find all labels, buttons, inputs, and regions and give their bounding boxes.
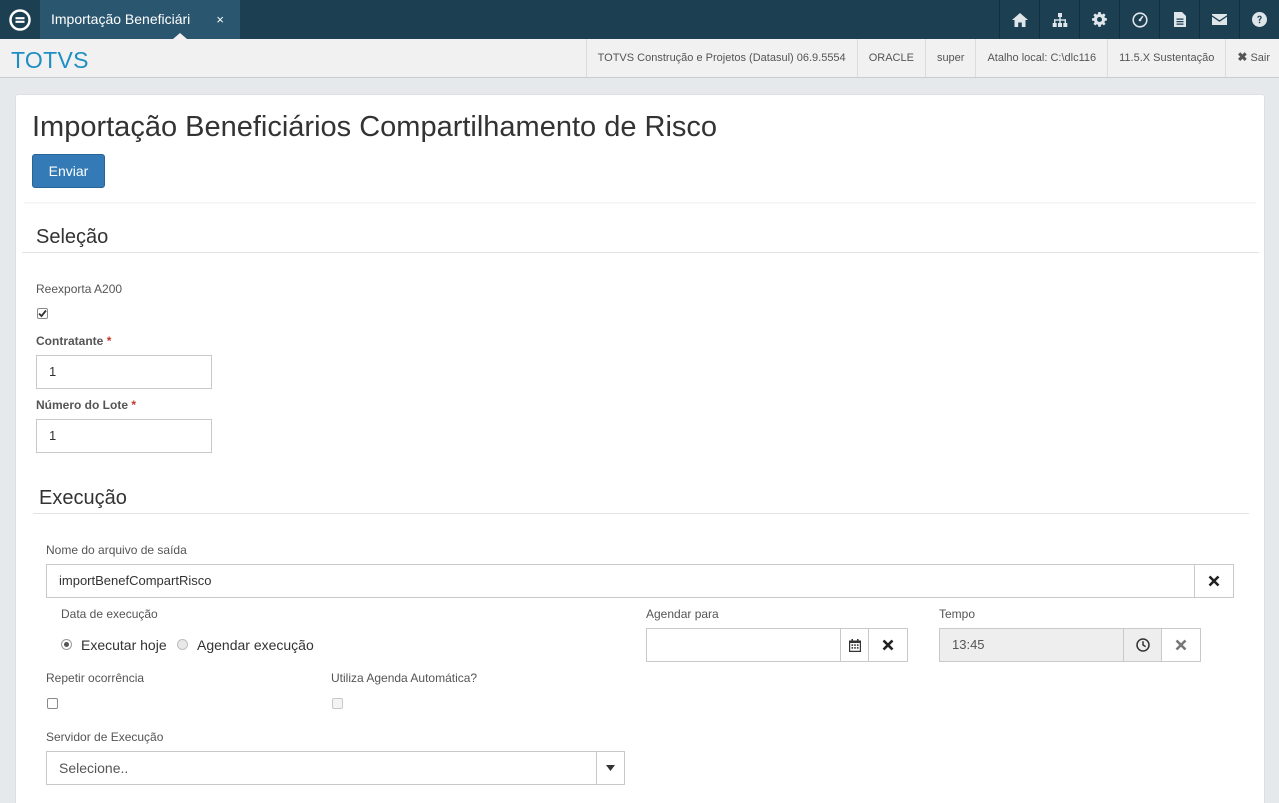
product-info: TOTVS Construção e Projetos (Datasul) 06… bbox=[585, 39, 857, 77]
top-navbar: Importação Beneficiári × bbox=[0, 0, 1279, 39]
main-card: Importação Beneficiários Compartilhament… bbox=[15, 94, 1265, 803]
gear-icon[interactable] bbox=[1079, 0, 1119, 39]
check-icon bbox=[38, 309, 47, 318]
agendar-para-label: Agendar para bbox=[646, 607, 719, 621]
clear-output-button[interactable] bbox=[1194, 564, 1234, 598]
output-filename-input[interactable]: importBenefCompartRisco bbox=[46, 564, 1196, 598]
reexporta-checkbox[interactable] bbox=[37, 308, 48, 319]
tab-label: Importação Beneficiári bbox=[51, 11, 191, 27]
header-divider bbox=[24, 202, 1256, 205]
home-icon[interactable] bbox=[999, 0, 1039, 39]
agenda-automatica-label: Utiliza Agenda Automática? bbox=[331, 671, 478, 685]
mail-icon[interactable] bbox=[1199, 0, 1239, 39]
repetir-label: Repetir ocorrência bbox=[46, 671, 145, 685]
send-button[interactable]: Enviar bbox=[32, 154, 105, 188]
session-info-bar: TOTVS Construção e Projetos (Datasul) 06… bbox=[585, 39, 1279, 77]
radio-agendar-execucao-label[interactable]: Agendar execução bbox=[197, 637, 314, 653]
tempo-label: Tempo bbox=[939, 607, 976, 621]
lote-label-text: Número do Lote bbox=[36, 398, 128, 412]
page-title: Importação Beneficiários Compartilhament… bbox=[32, 111, 718, 143]
agendar-para-input[interactable] bbox=[646, 628, 842, 662]
radio-executar-hoje[interactable] bbox=[61, 639, 72, 650]
data-execucao-label: Data de execução bbox=[61, 607, 158, 621]
reexporta-label: Reexporta A200 bbox=[36, 282, 123, 296]
calendar-button[interactable] bbox=[840, 628, 869, 662]
required-mark: * bbox=[131, 398, 137, 412]
radio-executar-hoje-label[interactable]: Executar hoje bbox=[81, 637, 167, 653]
logout-label: Sair bbox=[1250, 52, 1270, 64]
sitemap-icon[interactable] bbox=[1039, 0, 1079, 39]
sub-header: TOTVS TOTVS Construção e Projetos (Datas… bbox=[0, 39, 1279, 78]
contratante-label-text: Contratante bbox=[36, 334, 104, 348]
version-info: 11.5.X Sustentação bbox=[1107, 39, 1225, 77]
brand-logo: TOTVS bbox=[11, 47, 89, 73]
user-info: super bbox=[924, 39, 976, 77]
help-icon[interactable] bbox=[1239, 0, 1279, 39]
chevron-down-icon[interactable] bbox=[596, 752, 624, 784]
clear-date-button[interactable] bbox=[868, 628, 908, 662]
agenda-automatica-checkbox[interactable] bbox=[332, 698, 343, 709]
section-divider bbox=[33, 513, 1249, 514]
section-divider bbox=[22, 252, 1259, 253]
section-title-execucao: Execução bbox=[39, 487, 127, 509]
tab-close-icon[interactable]: × bbox=[216, 0, 224, 39]
clear-time-button[interactable] bbox=[1161, 628, 1201, 662]
lote-label: Número do Lote * bbox=[36, 398, 136, 412]
tempo-input[interactable]: 13:45 bbox=[939, 628, 1125, 662]
dashboard-icon[interactable] bbox=[1119, 0, 1159, 39]
required-mark: * bbox=[106, 334, 112, 348]
radio-agendar-execucao[interactable] bbox=[177, 639, 188, 650]
lote-input[interactable]: 1 bbox=[36, 419, 212, 453]
clock-button[interactable] bbox=[1123, 628, 1163, 662]
shortcut-info: Atalho local: C:\dlc116 bbox=[975, 39, 1107, 77]
tab-importacao-beneficiarios[interactable]: Importação Beneficiári × bbox=[40, 0, 240, 39]
repetir-checkbox[interactable] bbox=[47, 698, 58, 709]
contratante-label: Contratante * bbox=[36, 334, 111, 348]
database-info: ORACLE bbox=[856, 39, 925, 77]
servidor-label: Servidor de Execução bbox=[46, 730, 164, 744]
clear-icon bbox=[1175, 639, 1187, 651]
clear-icon bbox=[1208, 575, 1220, 587]
top-icon-bar bbox=[999, 0, 1279, 39]
close-icon: ✖ bbox=[1237, 50, 1248, 64]
document-icon[interactable] bbox=[1159, 0, 1199, 39]
totvs-logo-icon[interactable] bbox=[0, 0, 39, 39]
output-label: Nome do arquivo de saída bbox=[46, 543, 187, 557]
clock-icon bbox=[1136, 638, 1150, 652]
contratante-input[interactable]: 1 bbox=[36, 355, 212, 389]
calendar-icon bbox=[848, 638, 861, 652]
logout-button[interactable]: ✖ Sair bbox=[1225, 39, 1279, 77]
servidor-select[interactable]: Selecione.. bbox=[46, 751, 625, 785]
section-title-selecao: Seleção bbox=[36, 226, 109, 248]
servidor-select-value: Selecione.. bbox=[59, 760, 129, 776]
clear-icon bbox=[882, 639, 894, 651]
